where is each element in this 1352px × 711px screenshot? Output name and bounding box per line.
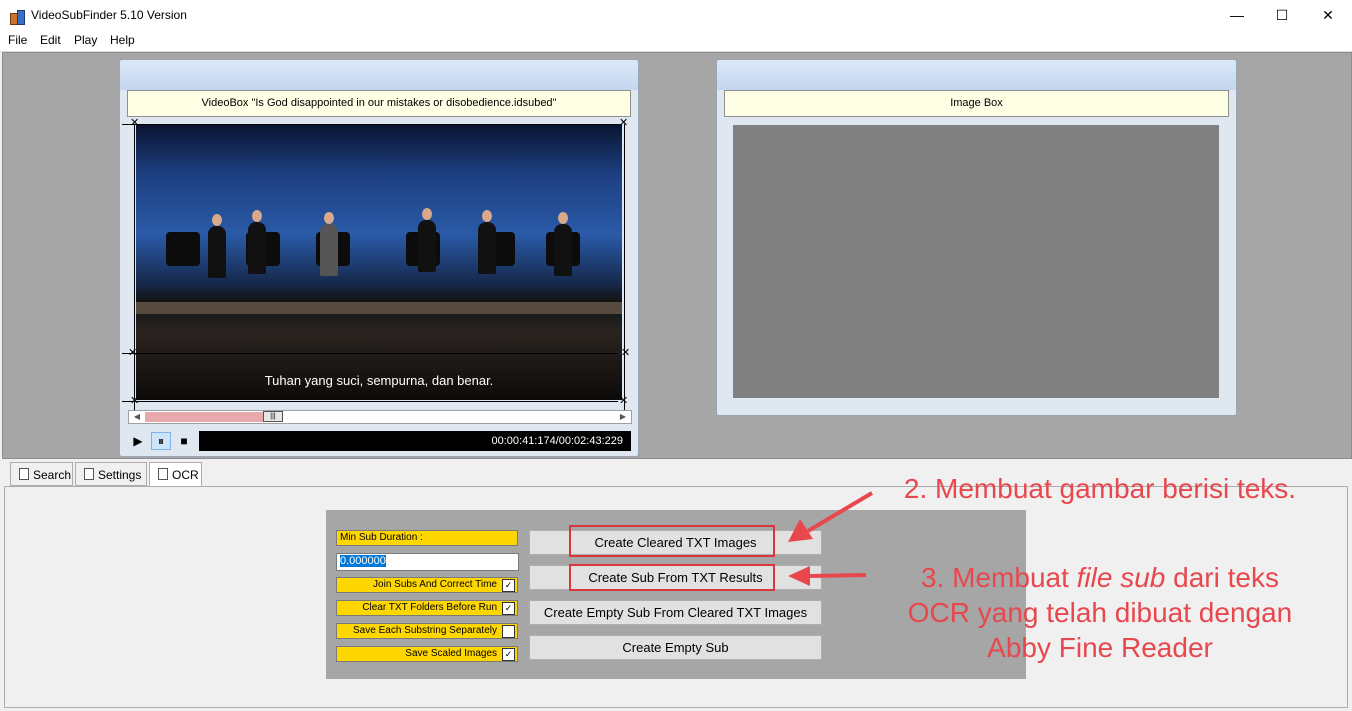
arrow-to-cleared-button <box>806 491 874 533</box>
annotation-step-3: 3. Membuat file sub dari teks OCR yang t… <box>907 562 1293 663</box>
arrow-to-sub-button <box>809 573 867 578</box>
arrow-head-sub <box>788 566 810 586</box>
annotation-step-2: 2. Membuat gambar berisi teks. <box>903 473 1297 504</box>
